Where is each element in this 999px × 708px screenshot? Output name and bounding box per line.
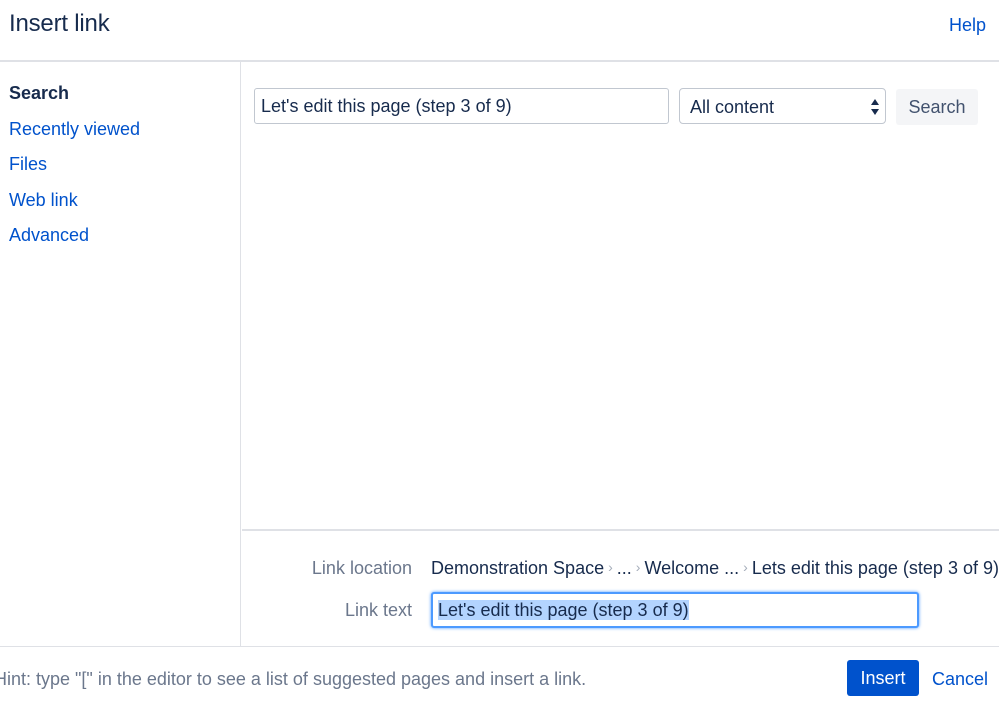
link-text-value: Let's edit this page (step 3 of 9) <box>438 600 689 620</box>
sidebar-nav: Search Recently viewed Files Web link Ad… <box>0 62 241 646</box>
breadcrumb-item: Welcome ... <box>644 558 740 578</box>
content-scope-value: All content <box>690 97 775 117</box>
hint-text: Hint: type "[" in the editor to see a li… <box>0 669 587 689</box>
breadcrumb-separator-icon: › <box>743 559 748 575</box>
insert-link-dialog: Insert link Help Search Recently viewed … <box>0 0 999 708</box>
dialog-footer: Hint: type "[" in the editor to see a li… <box>0 646 999 708</box>
link-location-breadcrumb: Demonstration Space ›... › Welcome ... › Lets… <box>431 558 999 579</box>
sidebar-item-web-link[interactable]: Web link <box>9 190 78 211</box>
search-button[interactable]: Search <box>896 89 978 125</box>
breadcrumb-separator-icon: › <box>635 559 641 575</box>
link-text-label: Link text <box>344 600 412 620</box>
breadcrumb-separator-icon: › <box>608 559 613 575</box>
link-details-panel: Link location Demonstration Space ›... › We… <box>242 529 999 646</box>
sidebar-item-advanced[interactable]: Advanced <box>9 225 89 246</box>
link-text-input[interactable]: Let's edit this page (step 3 of 9) <box>431 592 919 628</box>
breadcrumb-item: ... <box>616 558 632 578</box>
content-scope-select[interactable]: All content <box>679 88 886 124</box>
dialog-title: Insert link <box>9 10 110 37</box>
sidebar-item-files[interactable]: Files <box>9 154 47 175</box>
search-input[interactable] <box>254 88 669 124</box>
link-location-label: Link location <box>311 558 412 578</box>
breadcrumb-item: Demonstration Space <box>431 558 605 578</box>
dialog-header: Insert link Help <box>0 0 999 62</box>
help-link[interactable]: Help <box>949 15 986 36</box>
breadcrumb-item: Lets edit this page (step 3 of 9) <box>751 558 999 578</box>
sidebar-item-recently-viewed[interactable]: Recently viewed <box>9 119 140 140</box>
sidebar-item-search[interactable]: Search <box>9 83 69 104</box>
cancel-link[interactable]: Cancel <box>932 669 988 690</box>
search-panel: All content Search Link location Demonst… <box>242 62 999 646</box>
insert-button[interactable]: Insert <box>847 660 919 696</box>
select-arrows-icon <box>871 99 879 115</box>
